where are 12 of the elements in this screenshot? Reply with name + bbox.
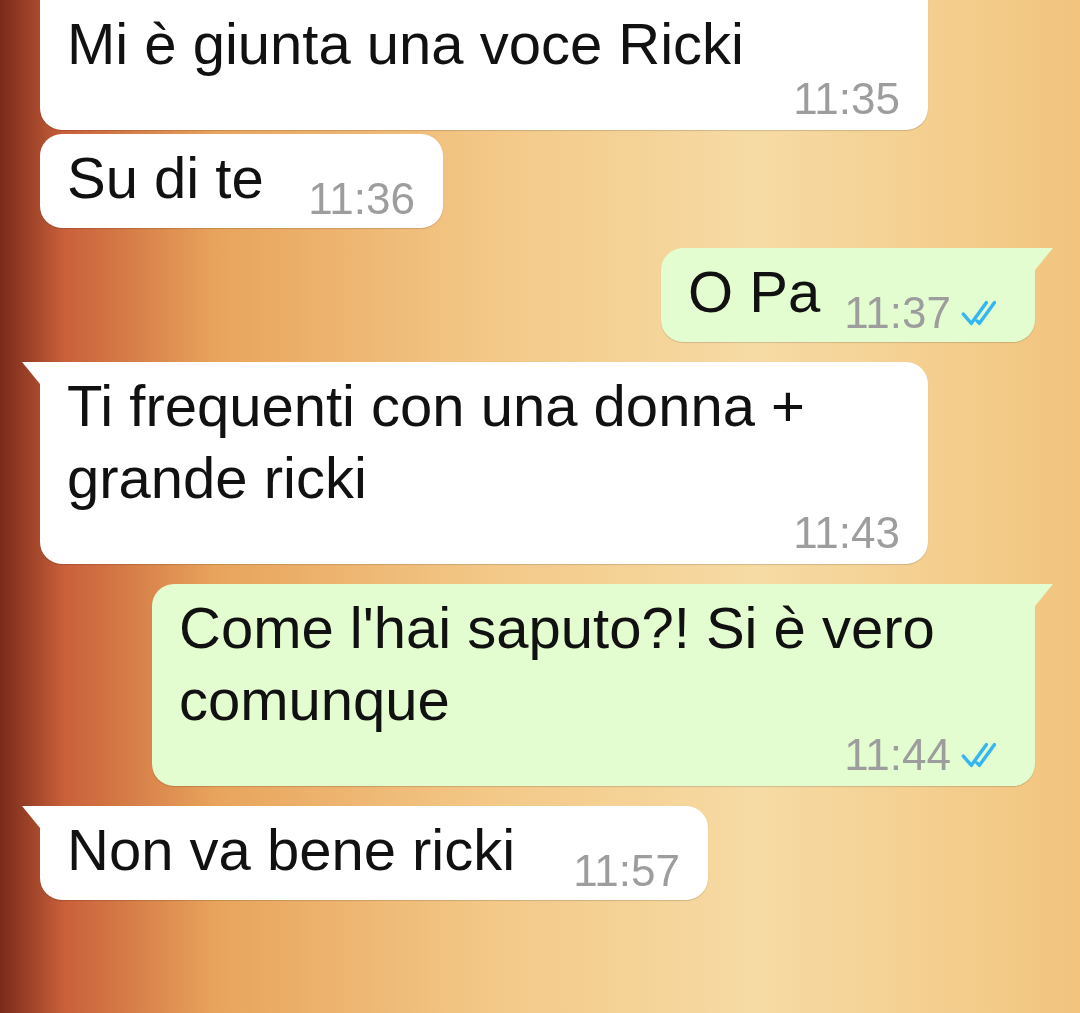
message-time: 11:37 — [844, 290, 951, 336]
message-time: 11:35 — [793, 76, 900, 122]
message-time: 11:44 — [844, 732, 951, 778]
message-text: Mi è giunta una voce Ricki — [67, 10, 745, 78]
message-time: 11:43 — [793, 510, 900, 556]
message-text: Ti frequenti con una donna + grande ricki — [67, 372, 806, 512]
message-text: O Pa — [688, 258, 821, 326]
message-text: Non va bene ricki — [67, 816, 516, 884]
message-time: 11:36 — [308, 176, 415, 222]
message-time: 11:57 — [573, 848, 680, 894]
message-text: Su di te — [67, 144, 264, 212]
message-text: Come l'hai saputo?! Si è vero comunque — [179, 594, 936, 734]
